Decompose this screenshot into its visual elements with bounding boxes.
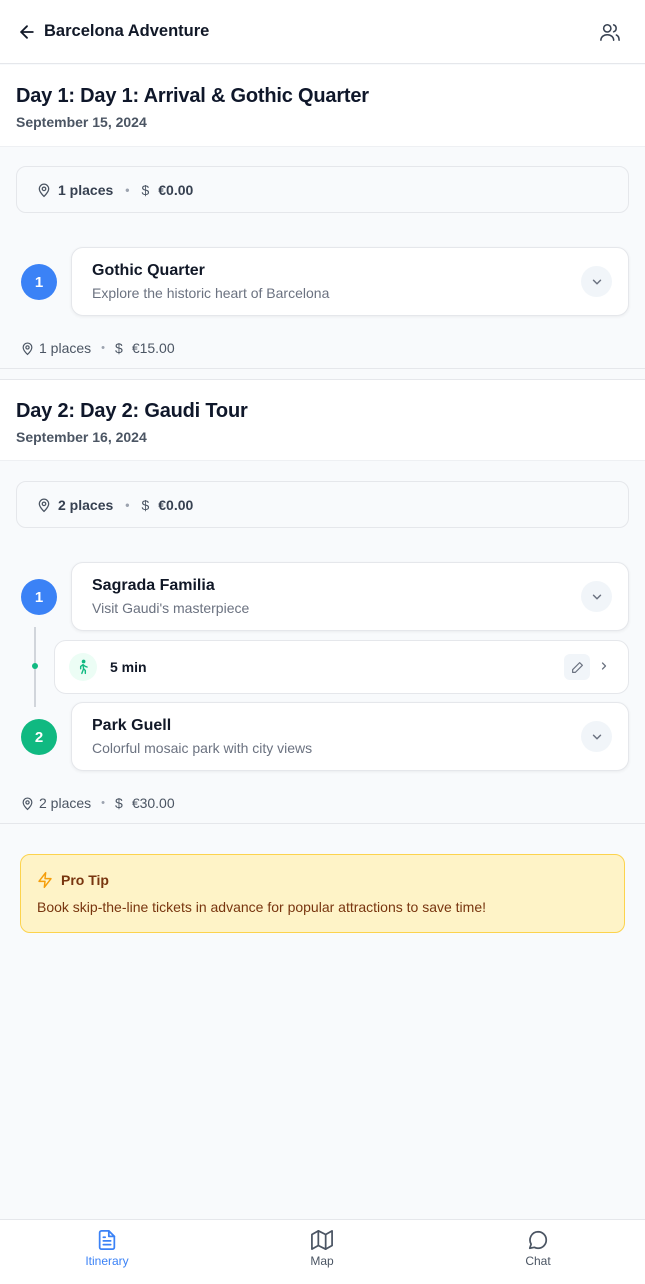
expand-button[interactable] — [581, 721, 612, 752]
place-description: Visit Gaudi's masterpiece — [92, 600, 250, 616]
arrow-left-icon — [20, 24, 34, 39]
chat-icon — [528, 1230, 548, 1250]
back-button[interactable] — [16, 21, 38, 43]
lightning-icon — [38, 871, 52, 889]
summary-places: 2 places — [58, 496, 114, 513]
tab-label: Map — [310, 1254, 334, 1268]
day-footer-stats: 1 places • $ €15.00 — [21, 340, 175, 356]
document-icon — [98, 1229, 116, 1251]
pencil-icon — [571, 661, 583, 673]
stop-number-badge: 1 — [21, 579, 57, 615]
footer-places: 1 places — [39, 340, 92, 356]
tip-title: Pro Tip — [61, 872, 109, 888]
stop-number-badge: 2 — [21, 719, 57, 755]
expand-button[interactable] — [581, 266, 612, 297]
tab-label: Itinerary — [85, 1254, 129, 1268]
transit-segment[interactable]: 5 min — [54, 640, 629, 694]
divider — [0, 823, 645, 824]
map-icon — [311, 1229, 333, 1251]
day-title: Day 2: Day 2: Gaudi Tour — [16, 400, 248, 422]
day-title: Day 1: Day 1: Arrival & Gothic Quarter — [16, 85, 369, 107]
day-footer-stats: 2 places • $ €30.00 — [21, 795, 175, 811]
chevron-down-icon — [592, 279, 601, 284]
app-header: Barcelona Adventure — [0, 0, 645, 64]
place-card[interactable]: Sagrada Familia Visit Gaudi's masterpiec… — [71, 562, 629, 631]
bottom-tab-bar: Itinerary Map Chat — [0, 1219, 645, 1284]
tab-chat[interactable]: Chat — [478, 1220, 598, 1284]
map-pin-icon — [38, 498, 50, 512]
tip-text: Book skip-the-line tickets in advance fo… — [37, 899, 486, 915]
transit-duration: 5 min — [110, 659, 147, 675]
page-title: Barcelona Adventure — [44, 22, 210, 40]
users-icon — [600, 23, 620, 41]
summary-cost: €0.00 — [158, 181, 194, 198]
map-pin-icon — [22, 796, 33, 810]
day-date: September 16, 2024 — [16, 429, 147, 445]
summary-places: 1 places — [58, 181, 114, 198]
place-card[interactable]: Park Guell Colorful mosaic park with cit… — [71, 702, 629, 771]
walk-icon — [69, 653, 97, 681]
chevron-down-icon — [592, 734, 601, 739]
place-name: Gothic Quarter — [92, 262, 205, 279]
place-name: Sagrada Familia — [92, 577, 215, 594]
expand-button[interactable] — [581, 581, 612, 612]
dollar-icon: $ — [115, 340, 123, 356]
day-header: Day 1: Day 1: Arrival & Gothic Quarter S… — [0, 65, 645, 147]
dollar-icon: $ — [115, 795, 123, 811]
tip-header: Pro Tip — [37, 871, 608, 889]
chevron-right-icon — [601, 662, 607, 670]
tab-map[interactable]: Map — [262, 1220, 382, 1284]
divider — [0, 368, 645, 369]
day-date: September 15, 2024 — [16, 114, 147, 130]
day-header: Day 2: Day 2: Gaudi Tour September 16, 2… — [0, 379, 645, 461]
tab-label: Chat — [525, 1254, 551, 1268]
place-name: Park Guell — [92, 717, 172, 734]
footer-cost: €15.00 — [131, 340, 175, 356]
edit-transit-button[interactable] — [564, 654, 590, 680]
day-summary: 2 places • $ €0.00 — [16, 481, 629, 528]
chevron-down-icon — [592, 594, 601, 599]
dollar-icon: $ — [141, 181, 150, 198]
stop-number-badge: 1 — [21, 264, 57, 300]
separator-dot: • — [125, 497, 130, 512]
map-pin-icon — [38, 183, 50, 197]
footer-cost: €30.00 — [131, 795, 175, 811]
participants-button[interactable] — [599, 22, 621, 42]
day-summary: 1 places • $ €0.00 — [16, 166, 629, 213]
separator-dot: • — [125, 182, 130, 197]
timeline-dot — [32, 663, 38, 669]
tab-itinerary[interactable]: Itinerary — [47, 1220, 167, 1284]
map-pin-icon — [22, 341, 33, 355]
pro-tip-card: Pro Tip Book skip-the-line tickets in ad… — [20, 854, 625, 933]
separator-dot: • — [101, 342, 106, 354]
summary-cost: €0.00 — [158, 496, 194, 513]
place-card[interactable]: Gothic Quarter Explore the historic hear… — [71, 247, 629, 316]
separator-dot: • — [101, 797, 106, 809]
place-description: Colorful mosaic park with city views — [92, 740, 313, 756]
dollar-icon: $ — [141, 496, 150, 513]
place-description: Explore the historic heart of Barcelona — [92, 285, 330, 301]
footer-places: 2 places — [39, 795, 92, 811]
